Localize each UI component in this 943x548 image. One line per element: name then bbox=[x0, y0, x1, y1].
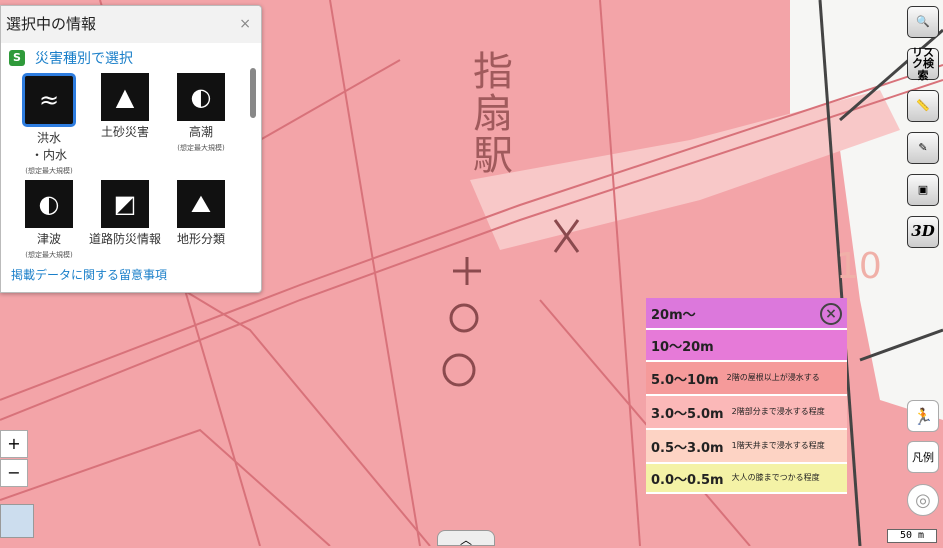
hazard-note: (想定最大規模) bbox=[25, 167, 73, 175]
hazard-label: 洪水 bbox=[36, 131, 61, 145]
storm-surge-icon: ◐ bbox=[177, 73, 225, 121]
toolbox-icon: ▣ bbox=[917, 183, 929, 197]
pencil-icon: ✎ bbox=[918, 141, 928, 155]
selected-info-panel: 選択中の情報 × S 災害種別で選択 ≈ 洪水 ・内水 (想定最大規模) ▲ 土砂災… bbox=[0, 5, 262, 293]
landslide-icon: ▲ bbox=[101, 73, 149, 121]
measure-button[interactable]: 📏 bbox=[907, 90, 939, 122]
toolbar: 🔍 リスク検索 📏 ✎ ▣ 3D bbox=[907, 6, 939, 258]
legend-range: 20m～ bbox=[651, 307, 696, 323]
scale-bar: 50 m bbox=[887, 529, 937, 543]
hazard-label: 地形分類 bbox=[176, 232, 225, 246]
legend-range: 0.0～0.5m bbox=[651, 472, 724, 488]
hazard-label: 土砂災害 bbox=[100, 125, 149, 139]
panel-close-button[interactable]: × bbox=[239, 6, 251, 43]
legend-desc: 1階天井まで浸水する程度 bbox=[731, 441, 825, 451]
map-search-button[interactable]: 🔍 bbox=[907, 6, 939, 38]
hazard-type-flood[interactable]: ≈ 洪水 ・内水 (想定最大規模) bbox=[11, 73, 87, 176]
station-label: 指扇駅 bbox=[466, 50, 512, 176]
legend-range: 5.0～10m bbox=[651, 372, 719, 388]
magnifier-icon: 🔍 bbox=[916, 15, 930, 29]
legend-row: 0.5～3.0m 1階天井まで浸水する程度 bbox=[646, 430, 847, 464]
locate-icon: ◎ bbox=[915, 489, 931, 511]
legend-range: 3.0～5.0m bbox=[651, 406, 724, 422]
hazard-type-terrain[interactable]: ⛰ 地形分類 bbox=[163, 180, 239, 260]
tools-button[interactable]: ▣ bbox=[907, 174, 939, 206]
legend-row: 10～20m bbox=[646, 330, 847, 362]
legend-row: 20m～ × bbox=[646, 298, 847, 330]
legend-close-button[interactable]: × bbox=[820, 303, 842, 325]
risk-search-button[interactable]: リスク検索 bbox=[907, 46, 939, 81]
elevation-label: 10 bbox=[836, 246, 882, 287]
3d-button[interactable]: 3D bbox=[907, 216, 939, 248]
hazard-note: (想定最大規模) bbox=[177, 144, 225, 152]
hazard-type-tsunami[interactable]: ◐ 津波 (想定最大規模) bbox=[11, 180, 87, 260]
legend-button[interactable]: 凡例 bbox=[907, 441, 939, 473]
zoom-in-button[interactable]: + bbox=[0, 430, 28, 458]
legend-desc: 大人の膝までつかる程度 bbox=[731, 473, 820, 483]
legend-desc: 2階の屋根以上が浸水する bbox=[726, 373, 820, 383]
legend-range: 0.5～3.0m bbox=[651, 440, 724, 456]
evacuation-button[interactable]: 🏃 bbox=[907, 400, 939, 432]
panel-title: 選択中の情報 bbox=[6, 15, 97, 33]
hazard-type-storm-surge[interactable]: ◐ 高潮 (想定最大規模) bbox=[163, 73, 239, 176]
section-icon: S bbox=[9, 50, 25, 66]
notes-link[interactable]: 掲載データに関する留意事項 bbox=[1, 266, 261, 283]
draw-button[interactable]: ✎ bbox=[907, 132, 939, 164]
flood-icon: ≈ bbox=[22, 73, 76, 127]
section-title: 災害種別で選択 bbox=[35, 51, 133, 67]
panel-scrollbar[interactable] bbox=[250, 56, 258, 286]
zoom-out-button[interactable]: − bbox=[0, 459, 28, 487]
ruler-icon: 📏 bbox=[916, 99, 930, 113]
hazard-type-landslide[interactable]: ▲ 土砂災害 bbox=[87, 73, 163, 176]
hazard-type-road[interactable]: ◩ 道路防災情報 bbox=[87, 180, 163, 260]
locate-button[interactable]: ◎ bbox=[907, 484, 939, 516]
legend-row: 3.0～5.0m 2階部分まで浸水する程度 bbox=[646, 396, 847, 430]
running-person-icon: 🏃 bbox=[913, 406, 933, 426]
hazard-label: 高潮 bbox=[188, 125, 213, 139]
minimap[interactable] bbox=[0, 504, 34, 538]
tsunami-icon: ◐ bbox=[25, 180, 73, 228]
legend-row: 0.0～0.5m 大人の膝までつかる程度 bbox=[646, 464, 847, 494]
terrain-icon: ⛰ bbox=[177, 180, 225, 228]
legend-desc: 2階部分まで浸水する程度 bbox=[731, 407, 825, 417]
road-icon: ◩ bbox=[101, 180, 149, 228]
hazard-label: 道路防災情報 bbox=[88, 232, 161, 246]
hazard-label: 津波 bbox=[36, 232, 61, 246]
legend-row: 5.0～10m 2階の屋根以上が浸水する bbox=[646, 362, 847, 396]
collapse-button[interactable]: ︿ bbox=[437, 530, 495, 547]
legend-range: 10～20m bbox=[651, 339, 714, 355]
hazard-note: (想定最大規模) bbox=[25, 251, 73, 259]
hazard-label-2: ・内水 bbox=[30, 148, 67, 162]
depth-legend: 20m～ × 10～20m 5.0～10m 2階の屋根以上が浸水する 3.0～5… bbox=[646, 298, 847, 494]
